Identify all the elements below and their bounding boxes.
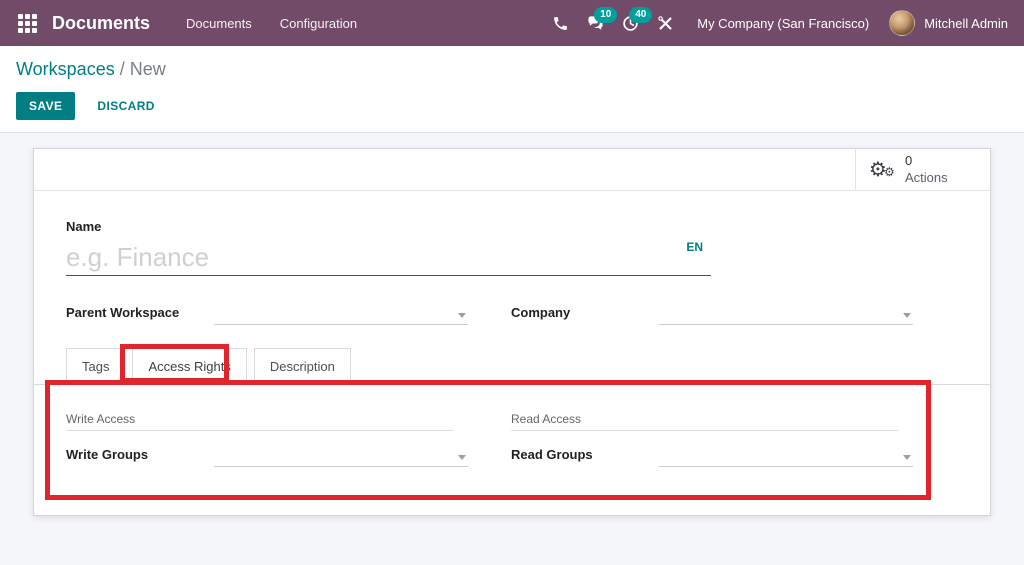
read-groups-field — [659, 444, 913, 467]
wrench-screwdriver-icon — [658, 15, 672, 30]
caret-down-icon[interactable] — [903, 313, 911, 318]
save-button[interactable]: SAVE — [16, 92, 76, 120]
form-statusbar: ⚙ ⚙ 0 Actions — [34, 149, 990, 191]
form-sheet: ⚙ ⚙ 0 Actions Name EN Parent Workspa — [33, 148, 991, 516]
parent-workspace-label: Parent Workspace — [66, 305, 180, 320]
form-view-area: ⚙ ⚙ 0 Actions Name EN Parent Workspa — [0, 133, 1024, 565]
write-access-column: Write Access Write Groups — [66, 412, 468, 467]
translate-lang-badge[interactable]: EN — [686, 240, 703, 254]
notebook-tabs: Tags Access Rights Description — [34, 348, 990, 385]
company-input[interactable] — [659, 303, 913, 318]
name-field-label: Name — [66, 219, 102, 234]
write-groups-row: Write Groups — [66, 444, 468, 467]
discard-button[interactable]: DISCARD — [92, 92, 159, 120]
control-panel: Workspaces / New SAVE DISCARD — [0, 46, 1024, 133]
voip-phone-button[interactable] — [543, 9, 578, 38]
company-label: Company — [511, 305, 571, 320]
caret-down-icon[interactable] — [458, 455, 466, 460]
systray: 10 40 — [543, 6, 683, 38]
parent-company-row: Parent Workspace Company — [66, 302, 958, 325]
phone-icon — [554, 16, 568, 30]
actions-label: Actions — [905, 169, 948, 185]
tab-description[interactable]: Description — [253, 348, 351, 385]
parent-workspace-input[interactable] — [214, 303, 468, 318]
actions-stat-button[interactable]: ⚙ ⚙ 0 Actions — [855, 149, 990, 190]
write-groups-label: Write Groups — [66, 447, 149, 462]
breadcrumb-separator: / — [119, 59, 125, 79]
apps-grid-icon[interactable] — [18, 13, 37, 33]
read-groups-input[interactable] — [659, 445, 913, 460]
parent-workspace-group: Parent Workspace — [66, 302, 468, 325]
breadcrumb-current: New — [129, 59, 166, 79]
form-buttons: SAVE DISCARD — [16, 92, 1008, 120]
user-name: Mitchell Admin — [924, 15, 1008, 31]
app-brand[interactable]: Documents — [52, 13, 150, 34]
read-access-section-title: Read Access — [511, 412, 898, 431]
write-groups-input[interactable] — [214, 445, 468, 460]
notebook: Tags Access Rights Description Write Acc… — [34, 348, 990, 467]
caret-down-icon[interactable] — [903, 455, 911, 460]
parent-workspace-field — [214, 302, 468, 325]
tab-tags[interactable]: Tags — [66, 348, 126, 385]
gears-icon: ⚙ ⚙ — [869, 156, 895, 181]
app-menus: Documents Configuration — [172, 2, 371, 45]
read-groups-row: Read Groups — [511, 444, 913, 467]
debug-tools-button[interactable] — [648, 9, 683, 38]
actions-stat-text: 0 Actions — [905, 153, 948, 187]
name-field-block: Name EN — [66, 219, 958, 276]
write-access-section-title: Write Access — [66, 412, 453, 431]
user-menu[interactable]: Mitchell Admin — [889, 10, 1008, 36]
company-switcher[interactable]: My Company (San Francisco) — [697, 16, 869, 31]
activities-menu-button[interactable]: 40 — [613, 6, 653, 38]
company-field — [659, 302, 913, 325]
read-groups-label: Read Groups — [511, 447, 593, 462]
name-input-wrap: EN — [66, 240, 711, 276]
user-avatar — [889, 10, 916, 36]
company-group: Company — [511, 302, 913, 325]
read-access-column: Read Access Read Groups — [511, 412, 913, 467]
breadcrumb: Workspaces / New — [16, 59, 1008, 79]
tab-access-rights[interactable]: Access Rights — [132, 348, 247, 385]
actions-count: 0 — [905, 152, 913, 168]
menu-documents[interactable]: Documents — [172, 2, 266, 45]
messages-menu-button[interactable]: 10 — [578, 6, 618, 38]
top-navbar: Documents Documents Configuration 10 40 — [0, 0, 1024, 46]
access-rights-tab-content: Write Access Write Groups Read Access Re… — [34, 385, 990, 467]
caret-down-icon[interactable] — [458, 313, 466, 318]
name-input[interactable] — [66, 242, 711, 273]
write-groups-field — [214, 444, 468, 467]
menu-configuration[interactable]: Configuration — [266, 2, 371, 45]
sheet-body: Name EN Parent Workspace Company — [34, 191, 990, 467]
breadcrumb-workspaces-link[interactable]: Workspaces — [16, 59, 115, 79]
